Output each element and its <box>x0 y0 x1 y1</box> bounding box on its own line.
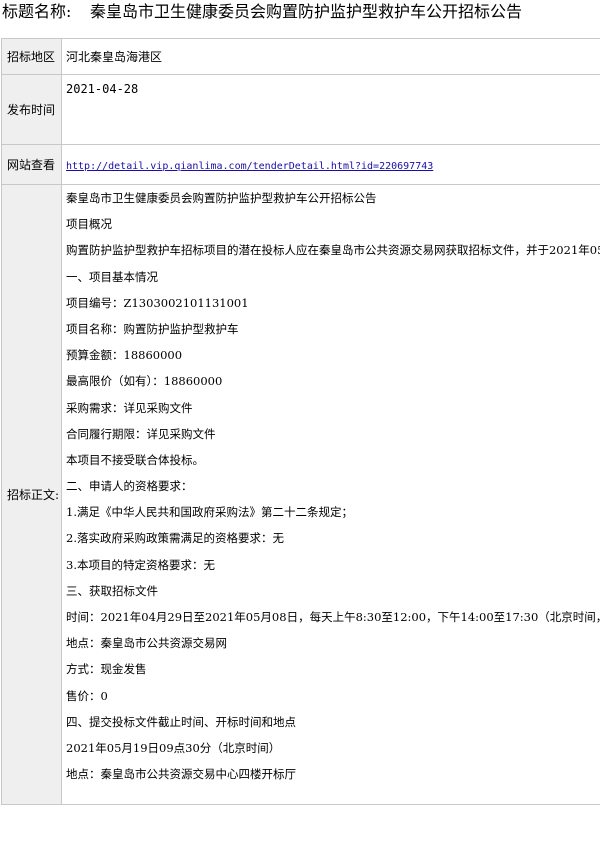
title-row: 标题名称: 秦皇岛市卫生健康委员会购置防护监护型救护车公开招标公告 <box>0 0 600 28</box>
date-value: 2021-04-28 <box>61 74 600 145</box>
body-line: 方式：现金发售 <box>66 662 147 677</box>
body-label: 招标正文: <box>1 184 62 805</box>
body-line: 地点：秦皇岛市公共资源交易网 <box>66 636 227 651</box>
body-line: 秦皇岛市卫生健康委员会购置防护监护型救护车公开招标公告 <box>66 191 377 205</box>
info-table: 招标地区 河北秦皇岛海港区 发布时间 2021-04-28 网站查看 http:… <box>1 38 600 805</box>
detail-link[interactable]: http://detail.vip.qianlima.com/tenderDet… <box>66 161 433 172</box>
body-line: 项目概况 <box>66 217 112 232</box>
body-line: 最高限价（如有）：18860000 <box>66 374 223 389</box>
body-text: 秦皇岛市卫生健康委员会购置防护监护型救护车公开招标公告 项目概况购置防护监护型救护… <box>66 186 600 788</box>
body-line: 3.本项目的特定资格要求：无 <box>66 557 215 572</box>
body-line: 采购需求：详见采购文件 <box>66 400 193 415</box>
body-line: 时间：2021年04月29日至2021年05月08日，每天上午8:30至12:0… <box>66 610 600 624</box>
body-line: 地点：秦皇岛市公共资源交易中心四楼开标厅 <box>66 767 296 782</box>
region-label: 招标地区 <box>1 38 62 75</box>
body-line: 三、获取招标文件 <box>66 583 158 598</box>
body-line: 项目编号：Z1303002101131001 <box>66 295 249 310</box>
region-value: 河北秦皇岛海港区 <box>61 38 600 75</box>
body-line: 1.满足《中华人民共和国政府采购法》第二十二条规定； <box>66 505 353 520</box>
body-line: 售价：0 <box>66 688 108 703</box>
date-row: 发布时间 2021-04-28 <box>1 74 600 145</box>
body-line: 四、提交投标文件截止时间、开标时间和地点 <box>66 714 296 729</box>
body-line: 本项目不接受联合体投标。 <box>66 452 204 467</box>
body-line: 预算金额：18860000 <box>66 348 183 363</box>
url-row: 网站查看 http://detail.vip.qianlima.com/tend… <box>1 144 600 185</box>
body-line: 2021年05月19日09点30分（北京时间） <box>66 740 281 755</box>
body-row: 招标正文: 秦皇岛市卫生健康委员会购置防护监护型救护车公开招标公告 项目概况购置防… <box>1 184 600 805</box>
region-row: 招标地区 河北秦皇岛海港区 <box>1 38 600 75</box>
body-line: 一、项目基本情况 <box>66 269 158 284</box>
body-line: 项目名称：购置防护监护型救护车 <box>66 321 239 336</box>
page-title: 秦皇岛市卫生健康委员会购置防护监护型救护车公开招标公告 <box>90 2 523 21</box>
body-line: 购置防护监护型救护车招标项目的潜在投标人应在秦皇岛市公共资源交易网获取招标文件，… <box>66 243 600 258</box>
body-line: 二、申请人的资格要求： <box>66 479 193 494</box>
date-label: 发布时间 <box>1 74 62 145</box>
url-label: 网站查看 <box>1 144 62 185</box>
body-line: 2.落实政府采购政策需满足的资格要求：无 <box>66 531 284 546</box>
title-label: 标题名称: <box>2 2 72 21</box>
body-line: 合同履行期限：详见采购文件 <box>66 426 216 441</box>
